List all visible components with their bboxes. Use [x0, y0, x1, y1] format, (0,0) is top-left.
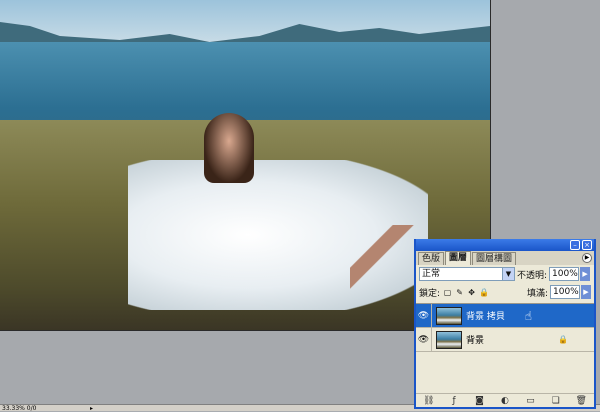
panel-titlebar[interactable]: – × — [416, 239, 594, 251]
lock-image-icon[interactable]: ✎ — [455, 288, 464, 297]
minimize-icon[interactable]: – — [570, 240, 580, 250]
new-group-icon[interactable]: ▭ — [524, 396, 536, 406]
layer-name: 背景 — [466, 336, 485, 346]
link-layers-icon[interactable]: ⛓ — [423, 396, 435, 406]
hand-cursor-icon: ☝ — [524, 309, 532, 323]
lock-transparency-icon[interactable]: ▢ — [443, 288, 452, 297]
new-layer-icon[interactable]: ❏ — [550, 396, 562, 406]
blend-row: 正常 ▼ 不透明: 100% ▶ — [416, 265, 594, 283]
layers-list: 👁 背景 拷貝 ☝ 👁 背景 🔒 — [416, 303, 594, 381]
tab-channels[interactable]: 色版 — [418, 252, 445, 265]
blend-mode-value: 正常 — [422, 269, 441, 279]
lock-row: 鎖定: ▢ ✎ ✥ 🔒 填滿: 100% ▶ — [416, 283, 594, 301]
blend-mode-select[interactable]: 正常 ▼ — [419, 267, 515, 281]
panel-tabs: 色版 圖層 圖層構圖 ▶ — [416, 251, 594, 265]
adjustment-layer-icon[interactable]: ◐ — [499, 396, 511, 406]
close-icon[interactable]: × — [582, 240, 592, 250]
fill-label: 填滿: — [526, 288, 548, 299]
layer-row-background-copy[interactable]: 👁 背景 拷貝 ☝ — [416, 303, 594, 328]
layer-mask-icon[interactable]: ◙ — [474, 396, 486, 406]
lock-all-icon[interactable]: 🔒 — [479, 288, 489, 297]
legs — [350, 225, 420, 295]
lock-options: ▢ ✎ ✥ 🔒 — [443, 288, 489, 297]
trash-icon[interactable]: 🗑 — [575, 396, 587, 406]
panel-bottom-toolbar: ⛓ ƒ ◙ ◐ ▭ ❏ 🗑 — [416, 393, 594, 407]
layer-style-icon[interactable]: ƒ — [448, 396, 460, 406]
lock-label: 鎖定: — [419, 288, 441, 299]
opacity-label: 不透明: — [517, 270, 548, 281]
woman — [204, 113, 254, 183]
layers-panel: – × 色版 圖層 圖層構圖 ▶ 正常 ▼ 不透明: 100% ▶ 鎖定: ▢ … — [414, 239, 596, 409]
eye-icon[interactable]: 👁 — [416, 327, 432, 352]
lock-position-icon[interactable]: ✥ — [467, 288, 476, 297]
tab-layers[interactable]: 圖層 — [445, 251, 472, 265]
opacity-input[interactable]: 100% — [549, 267, 580, 281]
layer-row-background[interactable]: 👁 背景 🔒 — [416, 327, 594, 352]
lock-icon: 🔒 — [558, 335, 568, 344]
layer-name: 背景 拷貝 — [466, 312, 505, 322]
layer-thumbnail — [436, 306, 462, 325]
chevron-down-icon[interactable]: ▼ — [502, 268, 514, 280]
opacity-slider-arrow-icon[interactable]: ▶ — [580, 267, 591, 281]
eye-icon[interactable]: 👁 — [416, 303, 432, 328]
fill-slider-arrow-icon[interactable]: ▶ — [581, 285, 591, 299]
fill-input[interactable]: 100% — [550, 285, 580, 299]
tab-layer-comps[interactable]: 圖層構圖 — [472, 252, 517, 265]
layer-thumbnail — [436, 330, 462, 349]
panel-menu-icon[interactable]: ▶ — [582, 253, 592, 263]
